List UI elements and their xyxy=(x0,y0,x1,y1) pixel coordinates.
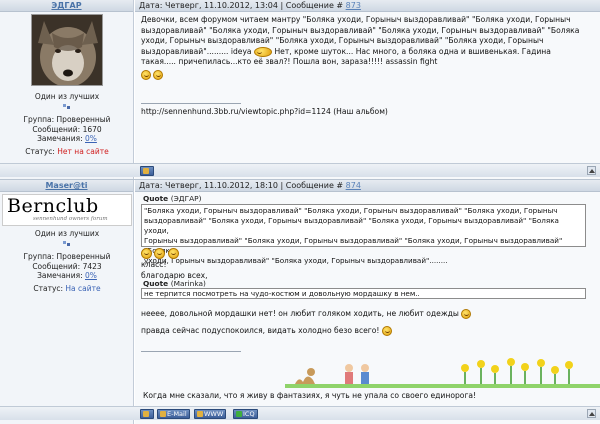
user-rank: Один из лучших xyxy=(34,229,100,238)
quote-line: выздоравливай" "Боляка уходи, Горыныч вы… xyxy=(144,216,559,235)
fight-smiley-icon xyxy=(153,69,164,80)
user-rank: Один из лучших xyxy=(34,92,100,101)
rank-icon xyxy=(0,102,134,114)
profile-info: Один из лучших Группа: Проверенный Сообщ… xyxy=(0,92,134,156)
scroll-top-icon[interactable] xyxy=(587,409,596,418)
scroll-top-icon[interactable] xyxy=(587,166,596,175)
post-footer xyxy=(0,163,600,177)
quote-text: не терпится посмотреть на чудо-костюм и … xyxy=(144,289,420,298)
post-873: ЭДГАР Один из лучших Группа: Проверенный… xyxy=(0,0,600,180)
reply-text: класс! благодарю всех, xyxy=(141,260,594,281)
body-line: уходи, Горыныч выздоравливай" "Боляка ух… xyxy=(141,36,544,45)
post-footer: E-Mail WWW ICQ xyxy=(0,406,600,420)
user-icon xyxy=(143,168,149,174)
status-offline: Нет на сайте xyxy=(57,146,109,156)
author-name-link[interactable]: ЭДГАР xyxy=(51,1,81,10)
user-warnings: Замечания: 0% xyxy=(37,271,97,280)
user-messages: Сообщений: 1670 xyxy=(32,124,102,134)
reply-line: класс! xyxy=(141,260,167,269)
user-status: Статус: Нет на сайте xyxy=(25,146,109,156)
body-line: выздоравливай"......... ideya Нет, кроме… xyxy=(141,46,551,57)
user-icon xyxy=(143,411,149,417)
signature-divider xyxy=(141,103,241,104)
signature-text: Когда мне сказали, что я живу в фантазия… xyxy=(143,391,477,400)
quote-label: Quote (ЭДГАР) xyxy=(143,194,202,203)
signature: http://sennenhund.3bb.ru/viewtopic.php?i… xyxy=(141,107,594,118)
smiley-row xyxy=(141,69,594,81)
avatar xyxy=(31,14,103,86)
user-warnings: Замечания: 0% xyxy=(37,134,97,143)
profile-info: Один из лучших Группа: Проверенный Сообщ… xyxy=(0,229,134,293)
post-number-link[interactable]: 874 xyxy=(346,181,361,190)
post-header: Дата: Четверг, 11.10.2012, 18:10 | Сообщ… xyxy=(135,180,600,192)
user-group: Группа: Проверенный xyxy=(23,252,111,261)
smiley-row xyxy=(141,248,594,259)
assassin-smiley-icon xyxy=(141,69,151,80)
user-messages: Сообщений: 7423 xyxy=(32,261,102,271)
quote-block: не терпится посмотреть на чудо-костюм и … xyxy=(141,288,586,299)
post-body: Девочки, всем форумом читаем мантру "Бол… xyxy=(141,15,594,80)
post-date: Дата: Четверг, 11.10.2012, 13:04 | Сообщ… xyxy=(139,1,346,10)
signature-divider xyxy=(141,351,241,352)
post-header: Дата: Четверг, 11.10.2012, 13:04 | Сообщ… xyxy=(135,0,600,12)
icq-button[interactable]: ICQ xyxy=(233,409,258,419)
smile-icon xyxy=(381,326,392,336)
warnings-link[interactable]: 0% xyxy=(85,134,97,143)
smile-icon xyxy=(461,309,472,319)
status-online: На сайте xyxy=(65,283,101,293)
quote-line: "Боляка уходи, Горыныч выздоравливай" "Б… xyxy=(144,206,558,215)
warnings-link[interactable]: 0% xyxy=(85,271,97,280)
rank-icon xyxy=(0,239,134,251)
idea-smiley-icon xyxy=(254,46,273,57)
signature-banner-image xyxy=(285,358,600,388)
signature-link[interactable]: http://sennenhund.3bb.ru/viewtopic.php?i… xyxy=(141,107,594,118)
avatar: Bernclub sennenhund owners forum xyxy=(2,194,132,226)
post-content-column: Дата: Четверг, 11.10.2012, 18:10 | Сообщ… xyxy=(135,180,600,424)
body-line: выздоравливай" "Боляка уходи, Горыныч вы… xyxy=(141,25,580,35)
reply-line: благодарю всех, xyxy=(141,270,208,280)
clap-smiley-icon xyxy=(167,248,179,259)
mail-icon xyxy=(160,411,166,417)
profile-button[interactable] xyxy=(140,409,154,419)
wolf-avatar-image xyxy=(32,15,102,85)
icq-flower-icon xyxy=(236,411,242,417)
bernclub-logo-title: Bernclub xyxy=(7,195,99,217)
quote-label: Quote (Marinka) xyxy=(143,279,206,288)
post-date: Дата: Четверг, 11.10.2012, 18:10 | Сообщ… xyxy=(139,181,346,190)
clap-smiley-icon xyxy=(141,248,152,259)
profile-button[interactable] xyxy=(140,166,154,176)
user-group: Группа: Проверенный xyxy=(23,115,111,124)
www-button[interactable]: WWW xyxy=(194,409,227,419)
body-line: такая..... причепилась...кто её звал?! П… xyxy=(141,57,438,66)
post-author-column: Maser@ti Bernclub sennenhund owners foru… xyxy=(0,180,134,424)
user-status: Статус: На сайте xyxy=(33,283,101,293)
quote-block: "Боляка уходи, Горыныч выздоравливай" "Б… xyxy=(141,204,586,265)
author-header: ЭДГАР xyxy=(0,0,133,12)
body-line: Девочки, всем форумом читаем мантру "Бол… xyxy=(141,15,571,24)
bernclub-logo-subtitle: sennenhund owners forum xyxy=(33,216,108,222)
email-button[interactable]: E-Mail xyxy=(157,409,190,419)
reply-line: нееее, довольной мордашки нет! он любит … xyxy=(141,309,594,320)
author-name-link[interactable]: Maser@ti xyxy=(45,181,87,190)
author-header: Maser@ti xyxy=(0,180,133,192)
post-874: Maser@ti Bernclub sennenhund owners foru… xyxy=(0,180,600,424)
clap-smiley-icon xyxy=(154,248,166,259)
reply-line: правда сейчас подуспокоился, видать холо… xyxy=(141,326,594,337)
globe-icon xyxy=(197,411,203,417)
post-number-link[interactable]: 873 xyxy=(346,1,361,10)
post-author-column: ЭДГАР Один из лучших Группа: Проверенный… xyxy=(0,0,134,179)
post-content-column: Дата: Четверг, 11.10.2012, 13:04 | Сообщ… xyxy=(135,0,600,179)
